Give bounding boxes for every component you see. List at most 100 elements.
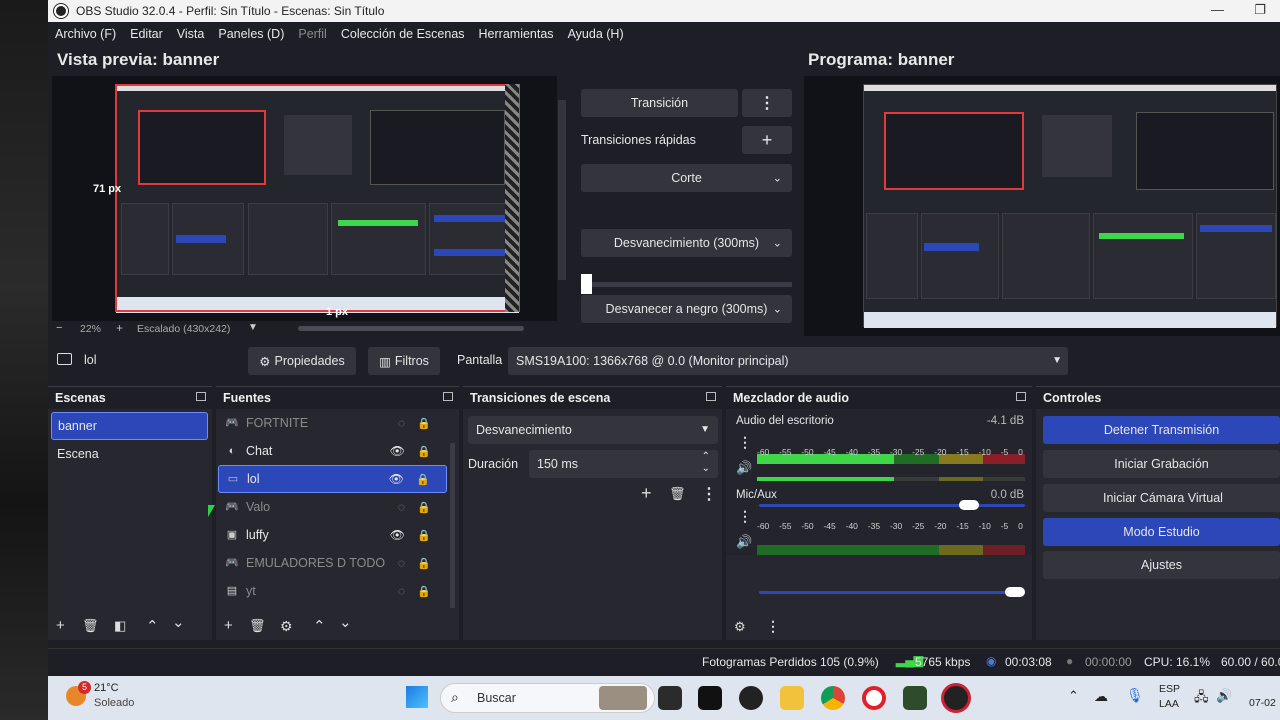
- windows-start-icon[interactable]: [406, 686, 428, 708]
- cloud-icon[interactable]: ☁: [1094, 688, 1108, 705]
- menu-herramientas[interactable]: Herramientas: [479, 27, 554, 41]
- opera-icon[interactable]: [862, 686, 886, 710]
- volume-slider[interactable]: [759, 587, 1025, 597]
- filters-button[interactable]: ▥ Filtros: [368, 347, 440, 375]
- selection-bounding-box[interactable]: [115, 84, 520, 312]
- remove-transition-icon[interactable]: 🗑: [669, 486, 686, 502]
- float-dock-icon[interactable]: [196, 392, 206, 401]
- spin-arrows-icon[interactable]: ⌃ ⌄: [702, 451, 710, 475]
- tbar-handle[interactable]: [581, 274, 592, 294]
- network-icon[interactable]: 🖧: [1194, 688, 1209, 710]
- channel-menu-icon[interactable]: ⋮: [738, 434, 752, 451]
- source-item[interactable]: ▣ luffy 👁 🔒: [218, 521, 447, 549]
- lock-icon[interactable]: 🔒: [417, 501, 431, 514]
- chatgpt-icon[interactable]: [739, 686, 763, 710]
- float-dock-icon[interactable]: [1016, 392, 1026, 401]
- maximize-icon[interactable]: ❐: [1254, 2, 1266, 18]
- add-scene-icon[interactable]: +: [56, 617, 65, 634]
- minimize-icon[interactable]: —: [1211, 2, 1224, 17]
- scene-filters-icon[interactable]: ◧: [114, 618, 126, 634]
- volume-slider-handle[interactable]: [1005, 587, 1025, 597]
- mixer-menu-icon[interactable]: ⋮: [766, 618, 780, 635]
- menu-vista[interactable]: Vista: [177, 27, 205, 41]
- eye-hidden-icon[interactable]: ◌: [398, 416, 405, 430]
- duration-spinbox[interactable]: 150 ms ⌃ ⌄: [529, 450, 718, 478]
- search-box[interactable]: ⌕ Buscar: [440, 683, 655, 713]
- start-recording-button[interactable]: Iniciar Grabación: [1043, 450, 1280, 478]
- tiktok-icon[interactable]: [698, 686, 722, 710]
- quick-transition-fade[interactable]: Desvanecimiento (300ms) ⌄: [581, 229, 792, 257]
- menu-ayuda[interactable]: Ayuda (H): [568, 27, 624, 41]
- source-item[interactable]: 🎮 EMULADORES D TODO ◌ 🔒: [218, 549, 447, 577]
- menu-archivo[interactable]: Archivo (F): [55, 27, 116, 41]
- lock-icon[interactable]: 🔒: [417, 417, 431, 430]
- float-dock-icon[interactable]: [443, 392, 453, 401]
- menu-paneles[interactable]: Paneles (D): [218, 27, 284, 41]
- add-transition-icon[interactable]: +: [641, 483, 652, 504]
- source-item[interactable]: 🎮 FORTNITE ◌ 🔒: [218, 409, 447, 437]
- source-item[interactable]: 🎮 Valo ◌ 🔒: [218, 493, 447, 521]
- source-item[interactable]: ▤ yt ◌ 🔒: [218, 577, 447, 605]
- menu-perfil[interactable]: Perfil: [298, 27, 326, 41]
- tbar-track[interactable]: [581, 282, 792, 287]
- move-up-icon[interactable]: ⌃: [146, 617, 159, 635]
- source-properties-icon[interactable]: ⚙: [280, 618, 293, 635]
- remove-source-icon[interactable]: 🗑: [249, 618, 266, 634]
- start-virtual-camera-button[interactable]: Iniciar Cámara Virtual: [1043, 484, 1280, 512]
- studio-mode-button[interactable]: Modo Estudio: [1043, 518, 1280, 546]
- scene-item[interactable]: Escena: [51, 440, 208, 468]
- add-quick-transition-icon[interactable]: +: [742, 126, 792, 154]
- menu-coleccion[interactable]: Colección de Escenas: [341, 27, 465, 41]
- transition-menu-icon[interactable]: ⋮: [742, 89, 792, 117]
- zoom-out-button[interactable]: −: [56, 322, 62, 334]
- microphone-icon[interactable]: 🎙: [1126, 687, 1144, 704]
- lock-icon[interactable]: 🔒: [417, 529, 431, 542]
- obs-taskbar-icon[interactable]: [944, 686, 968, 710]
- lock-icon[interactable]: 🔒: [417, 557, 431, 570]
- remove-scene-icon[interactable]: 🗑: [82, 618, 99, 634]
- eye-icon[interactable]: 👁: [390, 528, 405, 542]
- language-secondary[interactable]: LAA: [1159, 698, 1179, 710]
- settings-button[interactable]: Ajustes: [1043, 551, 1280, 579]
- transition-button[interactable]: Transición: [581, 89, 738, 117]
- volume-icon[interactable]: 🔊: [1216, 688, 1232, 704]
- move-down-icon[interactable]: ⌄: [339, 613, 352, 631]
- eye-hidden-icon[interactable]: ◌: [398, 556, 405, 570]
- speaker-icon[interactable]: 🔊: [736, 460, 752, 476]
- float-dock-icon[interactable]: [706, 392, 716, 401]
- language-primary[interactable]: ESP: [1159, 683, 1180, 695]
- sources-scrollbar[interactable]: [450, 443, 455, 608]
- scale-dropdown-icon[interactable]: ▼: [248, 322, 258, 333]
- move-down-icon[interactable]: ⌄: [172, 613, 185, 631]
- lock-icon[interactable]: 🔒: [416, 473, 430, 486]
- quick-transition-cut[interactable]: Corte ⌄: [581, 164, 792, 192]
- preview-h-scrollbar[interactable]: [298, 326, 524, 331]
- speaker-icon[interactable]: 🔊: [736, 534, 752, 550]
- scene-item[interactable]: banner: [51, 412, 208, 440]
- chrome-icon[interactable]: [821, 686, 845, 710]
- eye-hidden-icon[interactable]: ◌: [398, 500, 405, 514]
- volume-slider[interactable]: [759, 500, 1025, 510]
- eye-icon[interactable]: 👁: [390, 444, 405, 458]
- eye-icon[interactable]: 👁: [389, 472, 404, 486]
- source-item[interactable]: ◐ Chat 👁 🔒: [218, 437, 447, 465]
- chevron-up-icon[interactable]: ⌃: [1068, 688, 1079, 704]
- properties-button[interactable]: ⚙ Propiedades: [248, 347, 356, 375]
- volume-slider-handle[interactable]: [959, 500, 979, 510]
- move-up-icon[interactable]: ⌃: [313, 617, 326, 635]
- game-launcher-icon[interactable]: [903, 686, 927, 710]
- transition-type-select[interactable]: Desvanecimiento ▼: [468, 416, 718, 444]
- stop-streaming-button[interactable]: Detener Transmisión: [1043, 416, 1280, 444]
- channel-menu-icon[interactable]: ⋮: [738, 508, 752, 525]
- menu-editar[interactable]: Editar: [130, 27, 163, 41]
- lock-icon[interactable]: 🔒: [417, 585, 431, 598]
- preview-v-scrollbar[interactable]: [558, 100, 566, 280]
- zoom-in-button[interactable]: +: [116, 321, 123, 335]
- eye-hidden-icon[interactable]: ◌: [398, 584, 405, 598]
- quick-transition-fade-black[interactable]: Desvanecer a negro (300ms) ⌄: [581, 295, 792, 323]
- lock-icon[interactable]: 🔒: [417, 445, 431, 458]
- transition-menu-icon[interactable]: ⋮: [701, 484, 717, 504]
- task-view-icon[interactable]: [658, 686, 682, 710]
- add-source-icon[interactable]: +: [224, 617, 233, 634]
- advanced-audio-gear-icon[interactable]: ⚙: [734, 619, 746, 635]
